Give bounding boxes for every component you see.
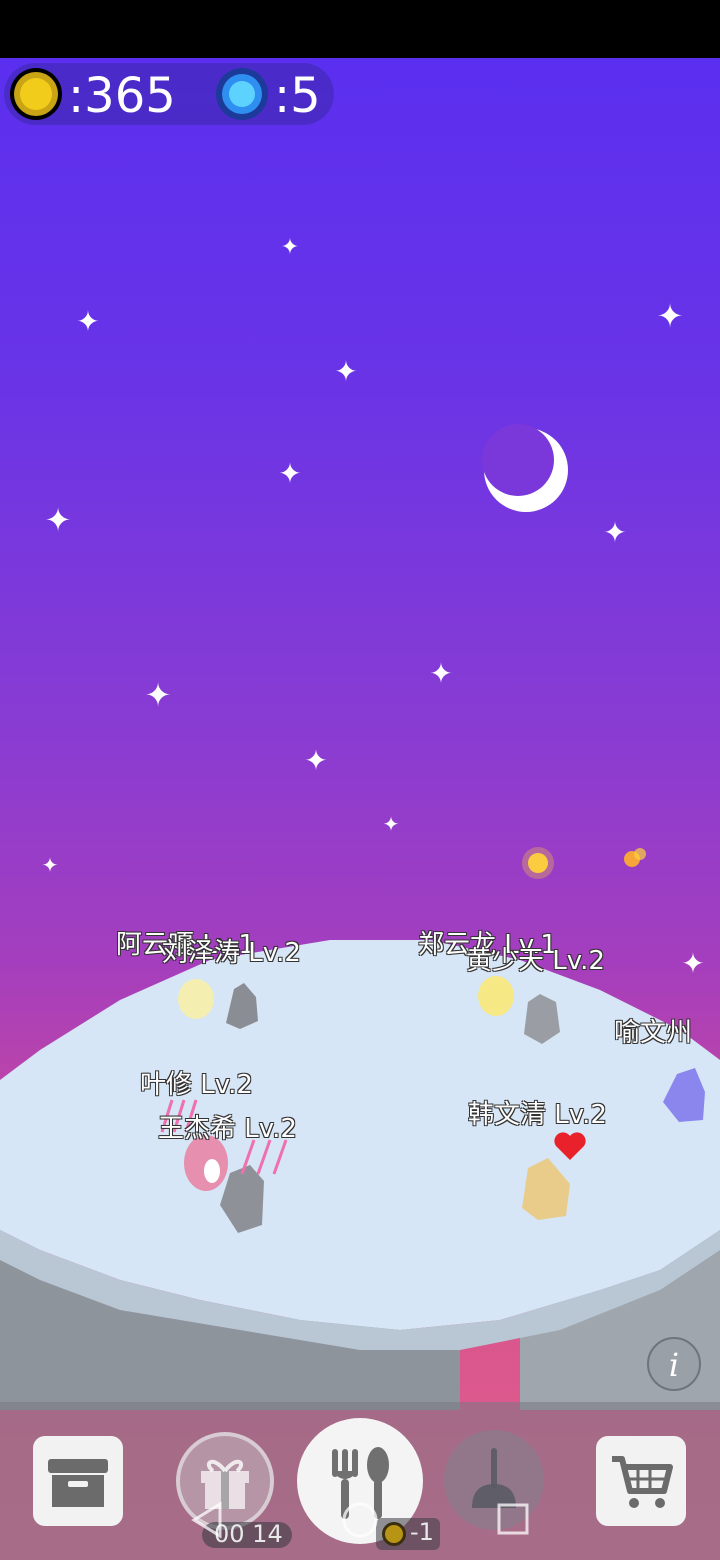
star-icon: ✦ — [278, 457, 302, 490]
sparkles — [522, 847, 646, 879]
star-icon: ✦ — [603, 516, 627, 549]
star-icon: ✦ — [304, 744, 328, 777]
recents-nav-icon[interactable] — [496, 1502, 530, 1536]
character-sprite[interactable] — [655, 1062, 715, 1128]
character-label: 王杰希 Lv.2 — [158, 1114, 297, 1144]
star-icon: ✦ — [656, 297, 684, 335]
gold-coin-icon — [10, 68, 62, 120]
star-icon: ✦ — [76, 305, 100, 338]
moon-icon — [482, 424, 568, 512]
character-sprite[interactable] — [170, 975, 270, 1035]
floating-island — [0, 940, 720, 1410]
character-label: 韩文清 Lv.2 — [468, 1100, 607, 1130]
character-label: 刘泽涛 Lv.2 — [162, 938, 301, 968]
coin-count: :365 — [68, 68, 176, 124]
star-icon: ✦ — [280, 235, 300, 260]
character-label: 黄少天 Lv.2 — [466, 946, 605, 976]
heart-icon — [554, 1132, 586, 1160]
home-nav-icon[interactable] — [340, 1500, 380, 1540]
character-label: 喻文州 — [614, 1018, 693, 1048]
back-nav-icon[interactable] — [190, 1500, 224, 1540]
star-icon: ✦ — [44, 501, 72, 539]
star-icon: ✦ — [334, 355, 358, 388]
star-icon: ✦ — [429, 657, 453, 690]
status-bar — [0, 0, 720, 58]
blue-gem-icon — [216, 68, 268, 120]
svg-text:i: i — [669, 1346, 679, 1384]
star-icon: ✦ — [144, 676, 172, 714]
info-icon[interactable]: i — [646, 1336, 702, 1392]
character-label: 叶修 Lv.2 — [140, 1070, 253, 1100]
system-nav-bar — [0, 1480, 720, 1560]
star-icon: ✦ — [382, 812, 400, 836]
character-sprite[interactable] — [470, 972, 570, 1052]
star-icon: ✦ — [41, 853, 59, 877]
gem-count: :5 — [274, 68, 321, 124]
